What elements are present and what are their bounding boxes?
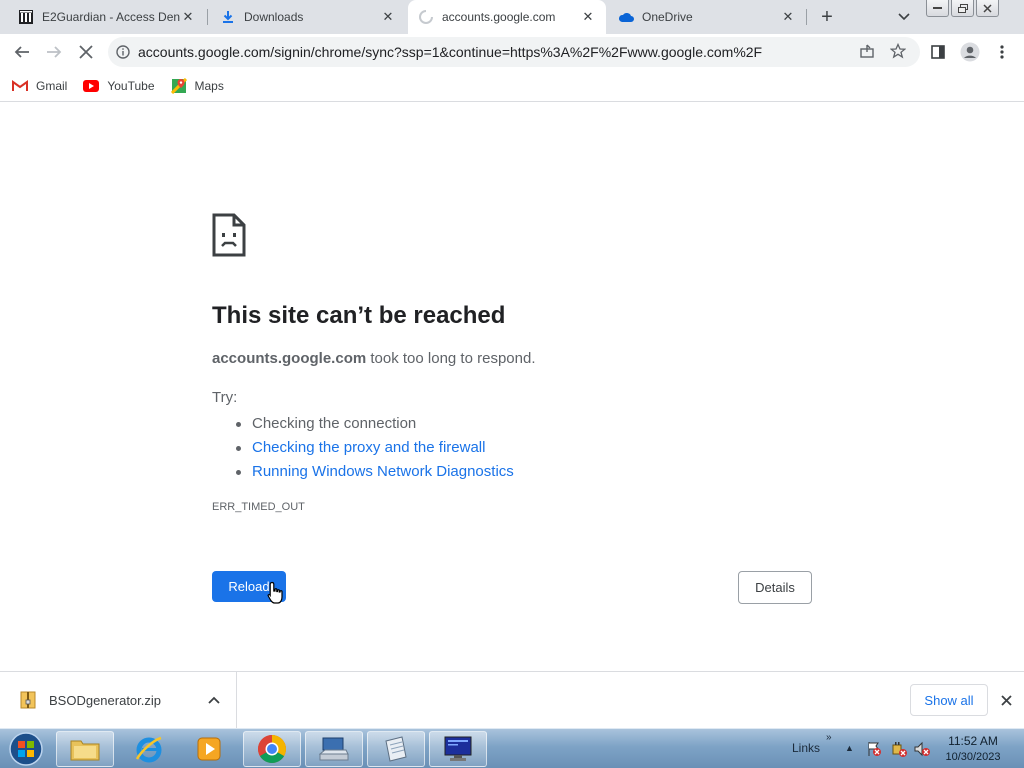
error-host: accounts.google.com xyxy=(212,350,367,367)
close-download-bar-icon[interactable] xyxy=(996,690,1016,710)
tab-close-icon[interactable]: ✕ xyxy=(180,9,196,25)
suggestion-proxy-firewall-link[interactable]: Checking the proxy and the firewall xyxy=(236,436,514,460)
try-label: Try: xyxy=(212,389,238,406)
internet-explorer-icon xyxy=(135,736,162,763)
bookmark-gmail[interactable]: Gmail xyxy=(12,78,67,94)
tab-divider xyxy=(207,9,208,25)
taskbar-explorer[interactable] xyxy=(56,731,114,767)
details-button[interactable]: Details xyxy=(738,571,812,604)
profile-avatar-icon[interactable] xyxy=(956,38,984,66)
tab-close-icon[interactable]: ✕ xyxy=(580,9,596,25)
media-player-icon xyxy=(197,737,221,761)
address-bar[interactable]: accounts.google.com/signin/chrome/sync?s… xyxy=(108,37,920,67)
action-center-flag-icon[interactable] xyxy=(866,741,882,757)
links-expand-chevron-icon[interactable]: » xyxy=(826,732,832,743)
links-toolbar-label[interactable]: Links xyxy=(792,741,820,755)
tab-title: OneDrive xyxy=(642,10,693,24)
error-description-text: took too long to respond. xyxy=(366,350,536,367)
notepad-icon xyxy=(385,736,407,762)
tab-onedrive[interactable]: OneDrive ✕ xyxy=(608,0,806,34)
youtube-icon xyxy=(83,78,100,94)
clock-time: 11:52 AM xyxy=(948,734,998,748)
download-filename: BSODgenerator.zip xyxy=(49,692,162,708)
building-icon xyxy=(18,9,34,25)
show-hidden-icons-icon[interactable]: ▲ xyxy=(845,743,854,753)
tab-title: Downloads xyxy=(244,10,304,24)
close-window-button[interactable] xyxy=(976,0,999,17)
bookmark-youtube[interactable]: YouTube xyxy=(83,78,155,94)
loading-spinner-icon xyxy=(418,9,434,25)
download-icon xyxy=(220,9,236,25)
new-tab-button[interactable]: + xyxy=(814,4,840,30)
tab-title: accounts.google.com xyxy=(442,10,556,24)
show-all-button[interactable]: Show all xyxy=(910,684,988,716)
menu-dots-icon[interactable] xyxy=(988,38,1016,66)
site-info-icon[interactable] xyxy=(108,37,138,67)
download-bar: BSODgenerator.zip Show all xyxy=(0,671,1024,728)
restore-button[interactable] xyxy=(951,0,974,17)
tab-strip: E2Guardian - Access Deni ✕ Downloads ✕ a… xyxy=(0,0,1024,34)
tab-downloads[interactable]: Downloads ✕ xyxy=(210,0,406,34)
bookmarks-bar: Gmail YouTube Maps xyxy=(0,70,1024,102)
error-code: ERR_TIMED_OUT xyxy=(212,501,305,513)
bookmark-maps[interactable]: Maps xyxy=(170,77,224,94)
download-item[interactable]: BSODgenerator.zip xyxy=(0,672,237,728)
side-panel-icon[interactable] xyxy=(924,38,952,66)
start-button[interactable] xyxy=(4,731,48,767)
tab-accounts-google[interactable]: accounts.google.com ✕ xyxy=(408,0,606,34)
bookmark-label: Maps xyxy=(194,78,224,93)
keyboard-icon xyxy=(319,737,349,761)
tab-close-icon[interactable]: ✕ xyxy=(780,9,796,25)
taskbar-remote-desktop[interactable] xyxy=(429,731,487,767)
taskbar-keyboard-app[interactable] xyxy=(305,731,363,767)
chevron-up-icon[interactable] xyxy=(204,690,224,710)
error-page: This site can’t be reached accounts.goog… xyxy=(0,103,1024,671)
monitor-icon xyxy=(444,736,472,761)
forward-arrow-icon[interactable] xyxy=(40,38,68,66)
window-controls xyxy=(926,0,999,17)
zip-archive-icon xyxy=(20,691,36,709)
error-title: This site can’t be reached xyxy=(212,302,506,329)
suggestion-check-connection: Checking the connection xyxy=(236,412,514,436)
tab-e2guardian[interactable]: E2Guardian - Access Deni ✕ xyxy=(8,0,206,34)
hand-cursor-icon xyxy=(267,581,285,605)
browser-toolbar: accounts.google.com/signin/chrome/sync?s… xyxy=(0,34,1024,70)
bookmark-star-icon[interactable] xyxy=(888,41,908,61)
tab-close-icon[interactable]: ✕ xyxy=(380,9,396,25)
url-text: accounts.google.com/signin/chrome/sync?s… xyxy=(138,44,763,60)
taskbar-chrome[interactable] xyxy=(243,731,301,767)
windows-taskbar: Links » ▲ 11:52 AM 10/30/2023 xyxy=(0,728,1024,768)
gmail-icon xyxy=(12,78,28,94)
volume-muted-icon[interactable] xyxy=(914,741,930,757)
taskbar-notepad[interactable] xyxy=(367,731,425,767)
taskbar-media-player[interactable] xyxy=(180,731,238,767)
error-description: accounts.google.com took too long to res… xyxy=(212,350,536,367)
onedrive-cloud-icon xyxy=(618,9,634,25)
suggestions-list: Checking the connection Checking the pro… xyxy=(236,412,514,484)
chrome-icon xyxy=(258,735,286,763)
back-arrow-icon[interactable] xyxy=(8,38,36,66)
system-clock[interactable]: 11:52 AM 10/30/2023 xyxy=(936,733,1010,765)
maps-icon xyxy=(170,77,187,94)
tab-title: E2Guardian - Access Deni xyxy=(42,10,180,24)
folder-icon xyxy=(70,740,100,761)
sad-page-icon xyxy=(212,213,246,257)
clock-date: 10/30/2023 xyxy=(945,751,1001,763)
bookmark-label: Gmail xyxy=(36,78,68,93)
minimize-button[interactable] xyxy=(926,0,949,17)
bookmark-label: YouTube xyxy=(107,78,155,93)
tab-search-chevron-icon[interactable] xyxy=(893,6,915,28)
suggestion-network-diagnostics-link[interactable]: Running Windows Network Diagnostics xyxy=(236,460,514,484)
tab-divider xyxy=(806,9,807,25)
taskbar-internet-explorer[interactable] xyxy=(120,731,178,767)
share-icon[interactable] xyxy=(857,41,877,61)
stop-loading-icon[interactable] xyxy=(72,38,100,66)
power-plug-icon[interactable] xyxy=(891,741,907,757)
